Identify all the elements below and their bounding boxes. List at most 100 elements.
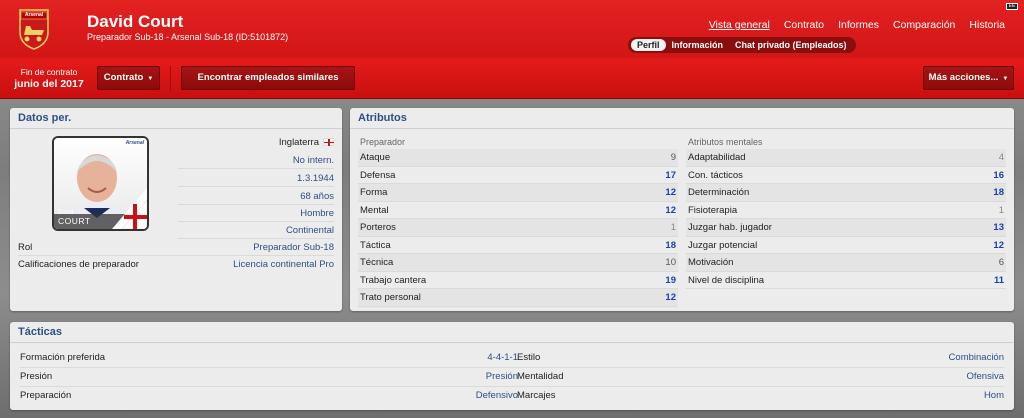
attribute-value: 6 — [998, 257, 1004, 268]
attribute-value: 12 — [665, 292, 676, 303]
attribute-label: Ataque — [360, 152, 391, 163]
attribute-label: Nivel de disciplina — [688, 274, 765, 286]
tactics-row: Marcajes Hom — [517, 386, 1004, 406]
england-flag-icon — [323, 138, 334, 146]
attribute-label: Forma — [360, 187, 388, 198]
tactics-row: Preparación Defensivo — [20, 386, 518, 406]
attribute-label: Juzgar potencial — [688, 239, 758, 251]
preparation-value[interactable]: Defensivo — [476, 386, 518, 406]
attribute-row: Táctica 18 — [358, 237, 678, 254]
attribute-value: 1 — [998, 204, 1004, 216]
international-status-value[interactable]: No intern. — [293, 152, 334, 169]
attribute-value: 16 — [993, 169, 1004, 181]
club-crest-icon[interactable]: Arsenal — [18, 8, 50, 50]
tab-vista-general[interactable]: Vista general — [702, 17, 777, 33]
attribute-row: Trato personal 12 — [358, 289, 678, 307]
subtab-perfil[interactable]: Perfil — [631, 39, 666, 51]
staff-photo-card[interactable]: David COURT Arsenal — [52, 136, 149, 231]
contract-end-value: junio del 2017 — [14, 78, 84, 90]
attribute-label: Trato personal — [360, 292, 421, 303]
attribute-row: Juzgar hab. jugador 13 — [686, 219, 1006, 237]
role-label: Rol — [18, 242, 33, 253]
tab-comparacion[interactable]: Comparación — [886, 17, 962, 33]
more-actions-button[interactable]: Más acciones... ▼ — [923, 66, 1014, 90]
preferred-formation-value[interactable]: 4-4-1-1 — [487, 348, 518, 368]
attribute-value: 18 — [993, 187, 1004, 198]
action-toolbar: Fin de contrato junio del 2017 Contrato ▼… — [0, 58, 1024, 99]
find-similar-staff-label: Encontrar empleados similares — [197, 72, 339, 83]
crest-text: Arsenal — [24, 12, 44, 18]
mentality-value[interactable]: Ofensiva — [967, 367, 1005, 387]
attribute-value: 12 — [665, 187, 676, 198]
attribute-value: 18 — [665, 239, 676, 251]
tactics-row: Formación preferida 4-4-1-1 — [20, 348, 518, 368]
attribute-label: Con. tácticos — [688, 169, 743, 181]
attribute-row: Con. tácticos 16 — [686, 167, 1006, 184]
nationality-row: Inglaterra — [178, 134, 334, 151]
find-similar-staff-button[interactable]: Encontrar empleados similares — [181, 66, 355, 90]
attribute-row: Nivel de disciplina 11 — [686, 272, 1006, 289]
attribute-label: Táctica — [360, 239, 391, 251]
attribute-row: Mental 12 — [358, 202, 678, 219]
attribute-label: Fisioterapia — [688, 204, 738, 216]
attribute-row: Trabajo cantera 19 — [358, 272, 678, 289]
sponsor-logo-icon: Arsenal — [125, 140, 144, 146]
attribute-row: Motivación 6 — [686, 254, 1006, 272]
birth-date-value: 1.3.1944 — [297, 173, 334, 184]
attribute-row: Defensa 17 — [358, 167, 678, 184]
nationality-value: Inglaterra — [278, 137, 319, 148]
contract-button[interactable]: Contrato ▼ — [97, 66, 160, 90]
attribute-value: 17 — [665, 169, 676, 181]
player-name: David Court — [87, 12, 184, 31]
style-label: Estilo — [517, 352, 541, 363]
attribute-value: 1 — [670, 222, 676, 233]
region-value: Continental — [285, 225, 334, 236]
age-row: 68 años — [178, 188, 334, 205]
tactics-row: Mentalidad Ofensiva — [517, 367, 1004, 387]
pressing-value[interactable]: Presión — [486, 367, 518, 387]
attribute-value: 12 — [665, 204, 676, 216]
age-value: 68 años — [300, 191, 334, 202]
attribute-label: Adaptabilidad — [688, 152, 746, 163]
birth-date-row: 1.3.1944 — [178, 170, 334, 187]
contract-end: Fin de contrato junio del 2017 — [13, 67, 85, 90]
tab-historia[interactable]: Historia — [962, 17, 1012, 33]
marking-label: Marcajes — [517, 390, 556, 401]
preparation-label: Preparación — [20, 390, 72, 401]
attribute-row: Determinación 18 — [686, 184, 1006, 202]
personal-data-panel: Datos per. David COURT Arsenal Inglaterr… — [10, 108, 342, 311]
chevron-down-icon: ▼ — [147, 76, 154, 82]
chevron-down-icon: ▼ — [1002, 76, 1009, 82]
coaching-qualifications-row: Calificaciones de preparador Licencia co… — [18, 256, 334, 273]
panel-title: Datos per. — [10, 108, 342, 129]
tactics-panel: Tácticas Formación preferida 4-4-1-1 Pre… — [10, 322, 1014, 410]
attribute-label: Juzgar hab. jugador — [688, 222, 772, 233]
tab-informes[interactable]: Informes — [831, 17, 886, 33]
attribute-value: 13 — [993, 222, 1004, 233]
top-navigation: Vista general Contrato Informes Comparac… — [702, 17, 1012, 33]
photo-last-name: COURT — [58, 216, 91, 226]
role-value[interactable]: Preparador Sub-18 — [253, 239, 334, 256]
tactics-row: Presión Presión — [20, 367, 518, 387]
contract-button-label: Contrato — [103, 72, 144, 83]
tab-contrato[interactable]: Contrato — [777, 17, 831, 33]
gender-value: Hombre — [300, 208, 334, 219]
subtab-informacion[interactable]: Información — [666, 39, 730, 51]
attribute-value: 9 — [670, 152, 676, 163]
coaching-qualifications-value[interactable]: Licencia continental Pro — [233, 256, 334, 273]
mental-attributes-heading: Atributos mentales — [688, 137, 763, 147]
attribute-label: Defensa — [360, 169, 396, 181]
attribute-value: 11 — [993, 274, 1004, 286]
coach-attributes-list: Ataque 9 Defensa 17 Forma 12 Mental 12 Porteros 1… — [358, 149, 678, 307]
attribute-row: Fisioterapia 1 — [686, 202, 1006, 219]
style-value[interactable]: Combinación — [949, 348, 1004, 368]
subtab-chat-privado[interactable]: Chat privado (Empleados) — [729, 39, 853, 51]
attribute-label: Motivación — [688, 257, 734, 268]
role-row: Rol Preparador Sub-18 — [18, 239, 334, 256]
attribute-row: Forma 12 — [358, 184, 678, 202]
marking-value[interactable]: Hom — [984, 386, 1004, 406]
pressing-label: Presión — [20, 371, 53, 382]
preferred-formation-label: Formación preferida — [20, 352, 106, 363]
toolbar-divider — [170, 66, 171, 91]
attribute-row: Juzgar potencial 12 — [686, 237, 1006, 254]
